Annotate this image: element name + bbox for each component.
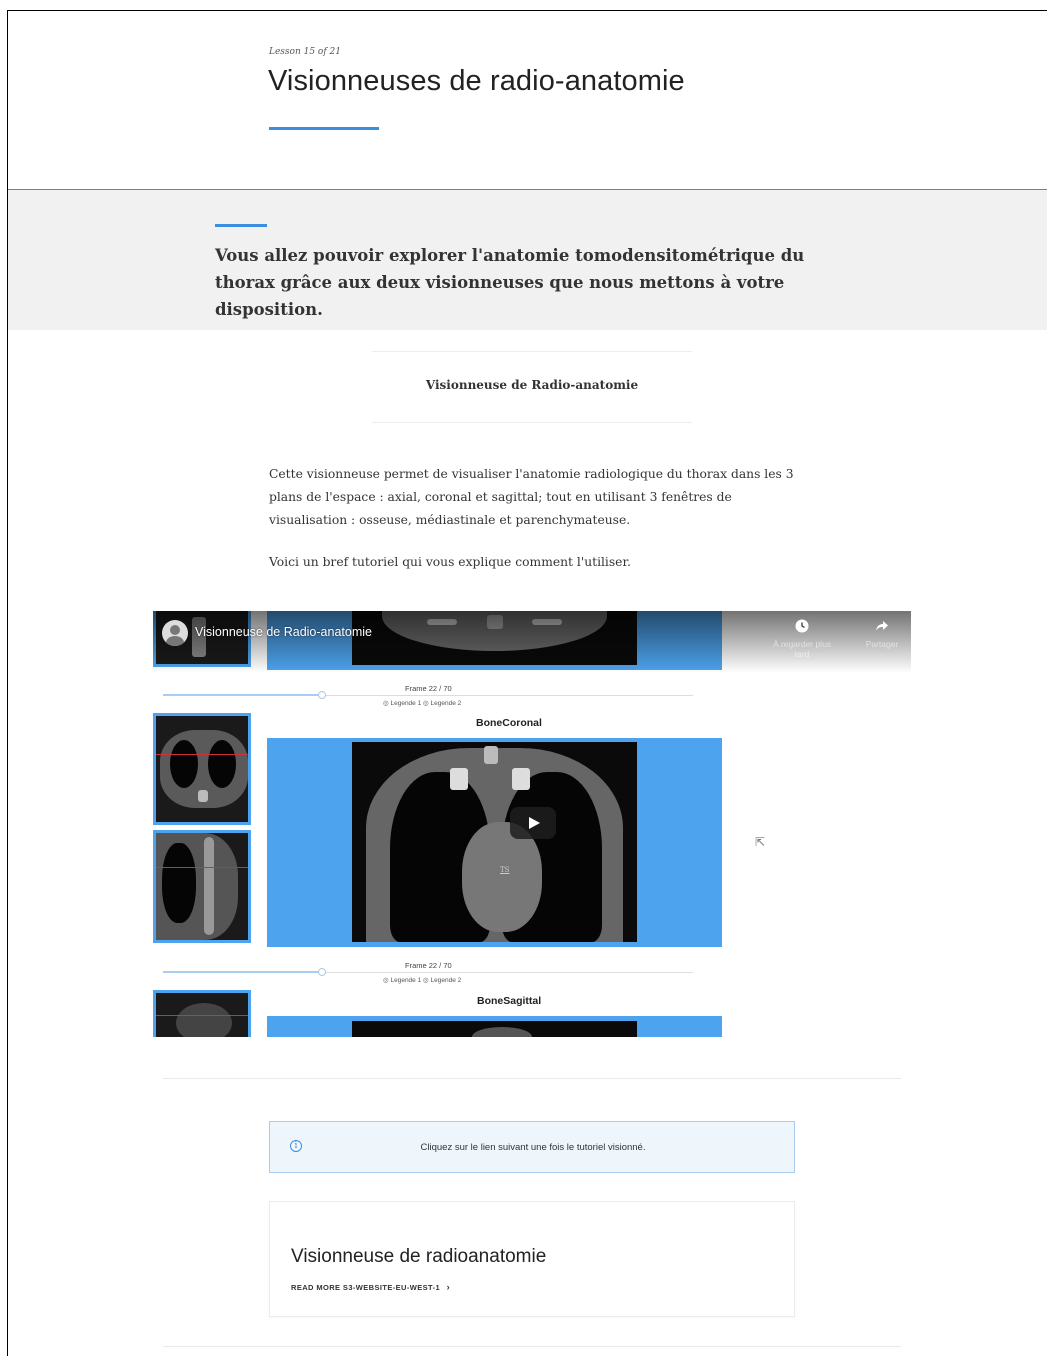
scan-marker: TS <box>500 866 510 874</box>
tutorial-note: Voici un bref tutoriel qui vous explique… <box>269 555 631 569</box>
watch-later-label: À regarder plus tard <box>772 639 832 659</box>
legend-dot-icon: ◎ <box>423 977 429 984</box>
mouse-cursor-icon: ⇱ <box>755 835 766 849</box>
frame-slider-fill <box>163 694 322 696</box>
legend-label: Legende 2 <box>430 700 462 707</box>
chevron-right-icon: › <box>446 1282 450 1292</box>
viewer-heading-box: Visionneuse de Radio-anatomie <box>372 351 692 423</box>
legend-dot-icon: ◎ <box>423 700 429 707</box>
legend-dot-icon: ◎ <box>383 700 389 707</box>
channel-avatar[interactable] <box>162 620 188 646</box>
viewer-heading: Visionneuse de Radio-anatomie <box>425 378 639 392</box>
share-label: Partager <box>865 639 899 649</box>
watch-later-button[interactable]: À regarder plus tard <box>767 619 837 659</box>
frame-slider-handle[interactable] <box>318 968 326 976</box>
legend-dot-icon: ◎ <box>383 977 389 984</box>
video-title[interactable]: Visionneuse de Radio-anatomie <box>195 625 372 639</box>
link-card[interactable]: Visionneuse de radioanatomie READ MORE S… <box>269 1201 795 1317</box>
intro-section: Vous allez pouvoir explorer l'anatomie t… <box>8 190 1047 330</box>
viewer-panel-sagittal <box>267 1016 722 1037</box>
thumbnail-axial[interactable] <box>153 713 251 825</box>
coronal-scan-image[interactable]: TS <box>352 742 637 942</box>
video-player[interactable]: Frame 22 / 70 ◎ Legende 1 ◎ Legende 2 Bo… <box>153 611 911 1037</box>
frame-label: Frame 22 / 70 <box>405 684 452 693</box>
share-button[interactable]: Partager <box>847 619 911 649</box>
thumbnail-sagittal[interactable] <box>153 830 251 943</box>
page-title: Visionneuses de radio-anatomie <box>268 65 685 97</box>
card-title[interactable]: Visionneuse de radioanatomie <box>291 1246 546 1268</box>
intro-accent-bar <box>215 224 267 227</box>
legend-label: Legende 1 <box>390 977 422 984</box>
legend-label: Legende 2 <box>430 977 462 984</box>
video-top-bar: Visionneuse de Radio-anatomie À regarder… <box>153 611 911 673</box>
viewer-panel-coronal: TS <box>267 738 722 947</box>
read-more-label: READ MORE S3-WEBSITE-EU-WEST-1 <box>291 1283 441 1292</box>
frame-label: Frame 22 / 70 <box>405 961 452 970</box>
panel-title-coronal: BoneCoronal <box>476 717 542 729</box>
legend-label: Legende 1 <box>390 700 422 707</box>
notice-text: Cliquez sur le lien suivant une fois le … <box>420 1142 646 1153</box>
clock-icon <box>767 619 837 635</box>
section-divider <box>163 1346 901 1347</box>
lesson-counter: Lesson 15 of 21 <box>269 47 341 57</box>
read-more-link[interactable]: READ MORE S3-WEBSITE-EU-WEST-1 › <box>291 1282 450 1292</box>
title-underline <box>269 127 379 130</box>
frame-slider-handle[interactable] <box>318 691 326 699</box>
legend-row: ◎ Legende 1 ◎ Legende 2 <box>383 976 461 984</box>
legend-row: ◎ Legende 1 ◎ Legende 2 <box>383 699 461 707</box>
play-button[interactable] <box>510 807 556 839</box>
page-frame: Lesson 15 of 21 Visionneuses de radio-an… <box>7 10 1047 1356</box>
panel-title-sagittal: BoneSagittal <box>477 995 542 1007</box>
thumbnail-bottom <box>153 990 251 1037</box>
viewer-description: Cette visionneuse permet de visualiser l… <box>269 467 794 527</box>
info-notice: i Cliquez sur le lien suivant une fois l… <box>269 1121 795 1173</box>
share-arrow-icon <box>847 619 911 635</box>
intro-text: Vous allez pouvoir explorer l'anatomie t… <box>215 246 805 319</box>
section-divider <box>163 1078 901 1079</box>
frame-slider-fill <box>163 971 322 973</box>
